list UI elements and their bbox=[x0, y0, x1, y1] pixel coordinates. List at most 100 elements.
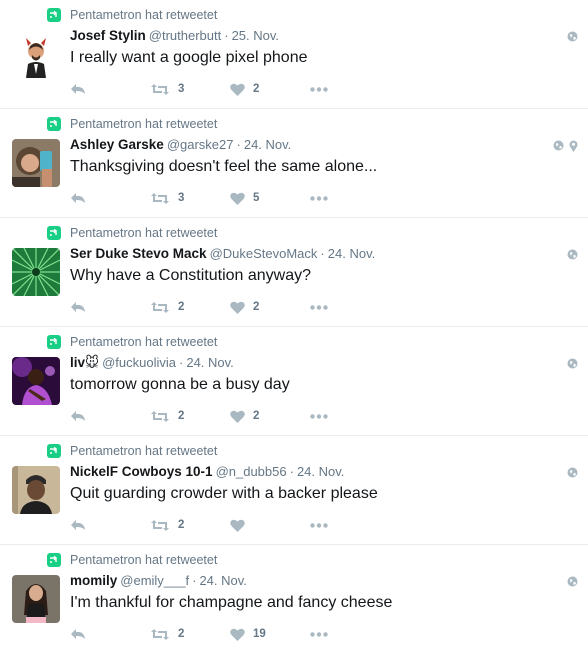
more-button[interactable] bbox=[310, 631, 328, 637]
tweet-text: tomorrow gonna be a busy day bbox=[70, 376, 290, 393]
heart-icon bbox=[230, 301, 245, 314]
more-button[interactable] bbox=[310, 195, 328, 201]
retweet-label[interactable]: Pentametron hat retweetet bbox=[70, 553, 217, 567]
screen-name[interactable]: @fuckuolivia bbox=[102, 355, 176, 370]
reply-button[interactable] bbox=[70, 628, 150, 640]
more-icon bbox=[310, 195, 328, 201]
reply-button[interactable] bbox=[70, 192, 150, 204]
avatar[interactable] bbox=[12, 357, 60, 405]
timestamp[interactable]: 24. Nov. bbox=[199, 573, 246, 588]
tweet-actions: 3 2 bbox=[70, 80, 328, 98]
reply-icon bbox=[70, 192, 86, 204]
reply-icon bbox=[70, 628, 86, 640]
screen-name[interactable]: @garske27 bbox=[167, 137, 234, 152]
like-button[interactable]: 2 bbox=[230, 83, 310, 96]
avatar[interactable] bbox=[12, 466, 60, 514]
tweet-meta-icons bbox=[567, 249, 578, 260]
more-icon bbox=[310, 522, 328, 528]
like-count: 5 bbox=[253, 192, 260, 204]
tweet-header: Ser Duke Stevo Mack @DukeStevoMack · 24. No… bbox=[70, 246, 558, 262]
retweet-label[interactable]: Pentametron hat retweetet bbox=[70, 8, 217, 22]
retweet-button[interactable]: 2 bbox=[150, 519, 230, 532]
screen-name[interactable]: @DukeStevoMack bbox=[210, 246, 318, 261]
tweet-actions: 2 bbox=[70, 516, 328, 534]
separator-dot: · bbox=[179, 355, 184, 370]
screen-name[interactable]: @n_dubb56 bbox=[216, 464, 287, 479]
tweet-item[interactable]: Pentametron hat retweetet liv🐭 @fuckuoliv… bbox=[0, 327, 588, 436]
more-button[interactable] bbox=[310, 522, 328, 528]
tweet-item[interactable]: Pentametron hat retweetet Josef Stylin @t… bbox=[0, 0, 588, 109]
globe-icon[interactable] bbox=[553, 140, 564, 152]
tweet-item[interactable]: Pentametron hat retweetet momily @emily__… bbox=[0, 545, 588, 654]
tweet-item[interactable]: Pentametron hat retweetet Ashley Garske @… bbox=[0, 109, 588, 218]
like-button[interactable] bbox=[230, 519, 310, 532]
avatar[interactable] bbox=[12, 248, 60, 296]
reply-button[interactable] bbox=[70, 301, 150, 313]
avatar[interactable] bbox=[12, 575, 60, 623]
heart-icon bbox=[230, 628, 245, 641]
like-button[interactable]: 19 bbox=[230, 628, 310, 641]
separator-dot: · bbox=[320, 246, 325, 261]
tweet-text: I'm thankful for champagne and fancy che… bbox=[70, 594, 393, 611]
retweet-count: 2 bbox=[178, 628, 185, 640]
retweet-label[interactable]: Pentametron hat retweetet bbox=[70, 117, 217, 131]
globe-icon[interactable] bbox=[567, 576, 578, 587]
globe-icon[interactable] bbox=[567, 249, 578, 260]
avatar[interactable] bbox=[12, 139, 60, 187]
retweet-button[interactable]: 3 bbox=[150, 83, 230, 96]
timestamp[interactable]: 24. Nov. bbox=[186, 355, 233, 370]
retweet-button[interactable]: 2 bbox=[150, 410, 230, 423]
retweet-context: Pentametron hat retweetet bbox=[47, 225, 217, 241]
reply-button[interactable] bbox=[70, 83, 150, 95]
reply-icon bbox=[70, 83, 86, 95]
user-name[interactable]: liv🐭 bbox=[70, 355, 99, 370]
user-name[interactable]: momily bbox=[70, 573, 117, 588]
tweet-meta-icons bbox=[567, 576, 578, 587]
user-name[interactable]: Josef Stylin bbox=[70, 28, 146, 43]
retweet-context: Pentametron hat retweetet bbox=[47, 334, 217, 350]
retweet-label[interactable]: Pentametron hat retweetet bbox=[70, 226, 217, 240]
retweet-icon bbox=[150, 410, 170, 423]
avatar[interactable] bbox=[12, 30, 60, 78]
retweet-label[interactable]: Pentametron hat retweetet bbox=[70, 335, 217, 349]
tweet-text: Thanksgiving doesn't feel the same alone… bbox=[70, 158, 378, 175]
retweet-button[interactable]: 2 bbox=[150, 301, 230, 314]
like-button[interactable]: 2 bbox=[230, 301, 310, 314]
tweet-actions: 2 2 bbox=[70, 407, 328, 425]
globe-icon[interactable] bbox=[567, 31, 578, 42]
user-name[interactable]: Ser Duke Stevo Mack bbox=[70, 246, 207, 261]
more-button[interactable] bbox=[310, 304, 328, 310]
tweet-actions: 3 5 bbox=[70, 189, 328, 207]
globe-icon[interactable] bbox=[567, 467, 578, 478]
like-button[interactable]: 5 bbox=[230, 192, 310, 205]
retweet-count: 2 bbox=[178, 519, 185, 531]
timestamp[interactable]: 24. Nov. bbox=[297, 464, 344, 479]
tweet-header: liv🐭 @fuckuolivia · 24. Nov. bbox=[70, 355, 558, 371]
timestamp[interactable]: 24. Nov. bbox=[328, 246, 375, 261]
retweet-icon bbox=[47, 117, 61, 131]
more-button[interactable] bbox=[310, 413, 328, 419]
timestamp[interactable]: 24. Nov. bbox=[244, 137, 291, 152]
like-button[interactable]: 2 bbox=[230, 410, 310, 423]
tweet-item[interactable]: Pentametron hat retweetet NickelF Cowboy… bbox=[0, 436, 588, 545]
tweet-actions: 2 2 bbox=[70, 298, 328, 316]
reply-button[interactable] bbox=[70, 519, 150, 531]
globe-icon[interactable] bbox=[567, 358, 578, 369]
retweet-button[interactable]: 2 bbox=[150, 628, 230, 641]
tweet-item[interactable]: Pentametron hat retweetet Ser Duke Stevo… bbox=[0, 218, 588, 327]
retweet-icon bbox=[47, 335, 61, 349]
user-name[interactable]: NickelF Cowboys 10-1 bbox=[70, 464, 213, 479]
retweet-label[interactable]: Pentametron hat retweetet bbox=[70, 444, 217, 458]
screen-name[interactable]: @emily___f bbox=[120, 573, 189, 588]
screen-name[interactable]: @trutherbutt bbox=[149, 28, 221, 43]
timestamp[interactable]: 25. Nov. bbox=[232, 28, 279, 43]
user-name[interactable]: Ashley Garske bbox=[70, 137, 164, 152]
heart-icon bbox=[230, 519, 245, 532]
tweet-header: Ashley Garske @garske27 · 24. Nov. bbox=[70, 137, 558, 153]
retweet-button[interactable]: 3 bbox=[150, 192, 230, 205]
reply-button[interactable] bbox=[70, 410, 150, 422]
more-button[interactable] bbox=[310, 86, 328, 92]
retweet-icon bbox=[150, 192, 170, 205]
location-pin-icon[interactable] bbox=[569, 140, 578, 152]
more-icon bbox=[310, 86, 328, 92]
